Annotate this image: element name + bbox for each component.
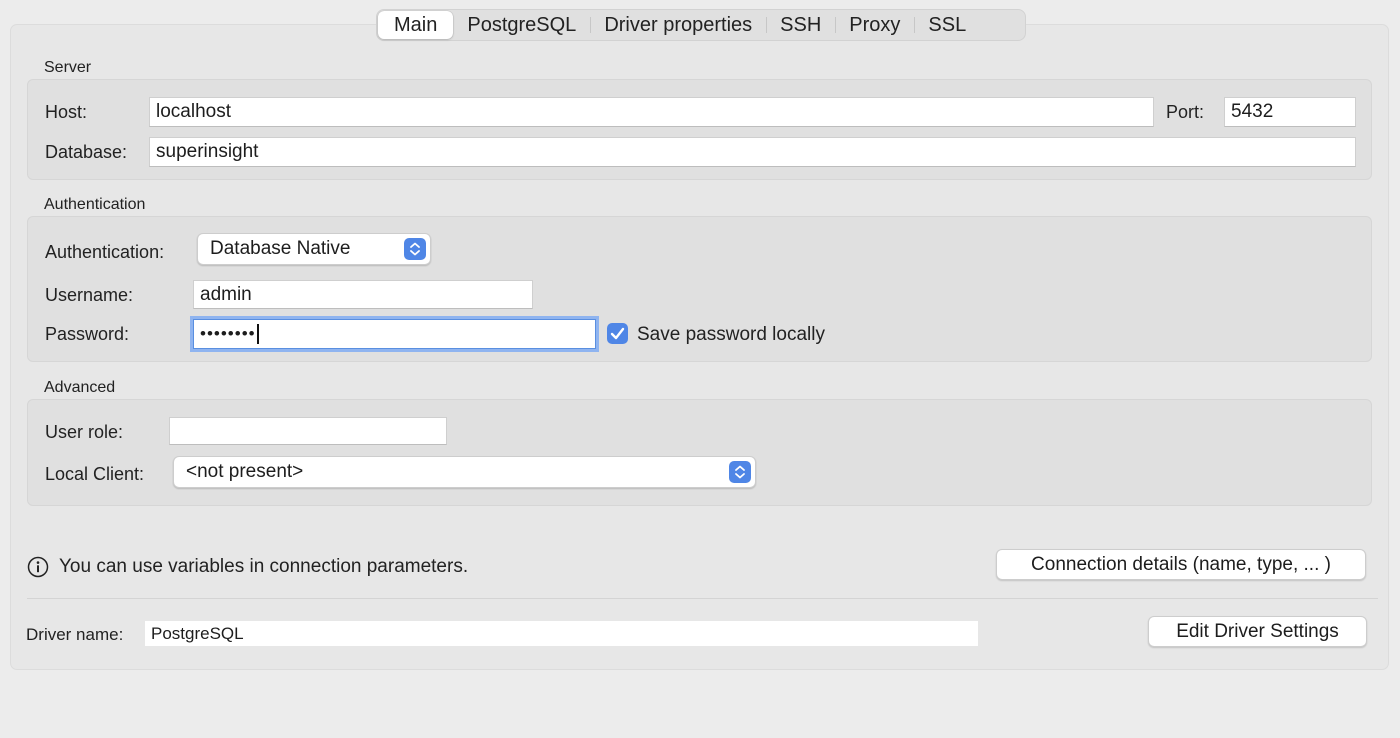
connection-settings-page: Main PostgreSQL Driver properties SSH Pr…	[0, 0, 1400, 738]
authentication-method-label: Authentication:	[45, 242, 165, 262]
tab-ssl[interactable]: SSL	[914, 11, 980, 39]
info-circle-icon	[27, 556, 49, 578]
password-value: ••••••••	[200, 324, 256, 343]
username-value: admin	[200, 283, 252, 305]
chevron-up-down-icon	[404, 238, 426, 260]
edit-driver-settings-button[interactable]: Edit Driver Settings	[1148, 616, 1367, 647]
advanced-group	[27, 399, 1372, 506]
driver-name-label: Driver name:	[26, 625, 124, 644]
checkmark-icon	[610, 327, 625, 340]
save-password-checkbox[interactable]	[607, 323, 628, 344]
authentication-section-title: Authentication	[44, 196, 146, 213]
tab-ssh[interactable]: SSH	[766, 11, 835, 39]
text-caret	[256, 324, 259, 344]
tab-postgresql[interactable]: PostgreSQL	[453, 11, 590, 39]
advanced-section-title: Advanced	[44, 379, 116, 396]
save-password-label[interactable]: Save password locally	[637, 324, 825, 346]
driver-name-value: PostgreSQL	[151, 623, 244, 643]
tab-driver-properties[interactable]: Driver properties	[590, 11, 766, 39]
host-label: Host:	[45, 102, 88, 122]
tab-main[interactable]: Main	[378, 11, 454, 39]
driver-name-field: PostgreSQL	[145, 621, 978, 646]
local-client-value: <not present>	[186, 461, 304, 482]
password-input[interactable]: ••••••••	[193, 319, 596, 349]
chevron-up-down-icon	[729, 461, 751, 483]
tab-bar: Main PostgreSQL Driver properties SSH Pr…	[376, 9, 1026, 41]
username-label: Username:	[45, 285, 134, 305]
info-text: You can use variables in connection para…	[59, 556, 469, 577]
port-label: Port:	[1166, 102, 1205, 122]
password-label: Password:	[45, 324, 130, 344]
username-input[interactable]: admin	[193, 280, 533, 309]
local-client-label: Local Client:	[45, 464, 145, 484]
server-section-title: Server	[44, 59, 92, 76]
database-input[interactable]: superinsight	[149, 137, 1356, 167]
tab-proxy[interactable]: Proxy	[835, 11, 914, 39]
port-value: 5432	[1231, 101, 1274, 122]
database-value: superinsight	[156, 141, 259, 162]
divider	[27, 598, 1378, 599]
local-client-select[interactable]: <not present>	[173, 456, 756, 488]
user-role-label: User role:	[45, 422, 124, 442]
authentication-method-select[interactable]: Database Native	[197, 233, 431, 265]
host-input[interactable]: localhost	[149, 97, 1154, 127]
connection-details-button[interactable]: Connection details (name, type, ... )	[996, 549, 1366, 580]
database-label: Database:	[45, 142, 128, 162]
port-input[interactable]: 5432	[1224, 97, 1356, 127]
host-value: localhost	[156, 101, 231, 122]
authentication-method-value: Database Native	[210, 238, 351, 259]
user-role-input[interactable]	[169, 417, 447, 445]
